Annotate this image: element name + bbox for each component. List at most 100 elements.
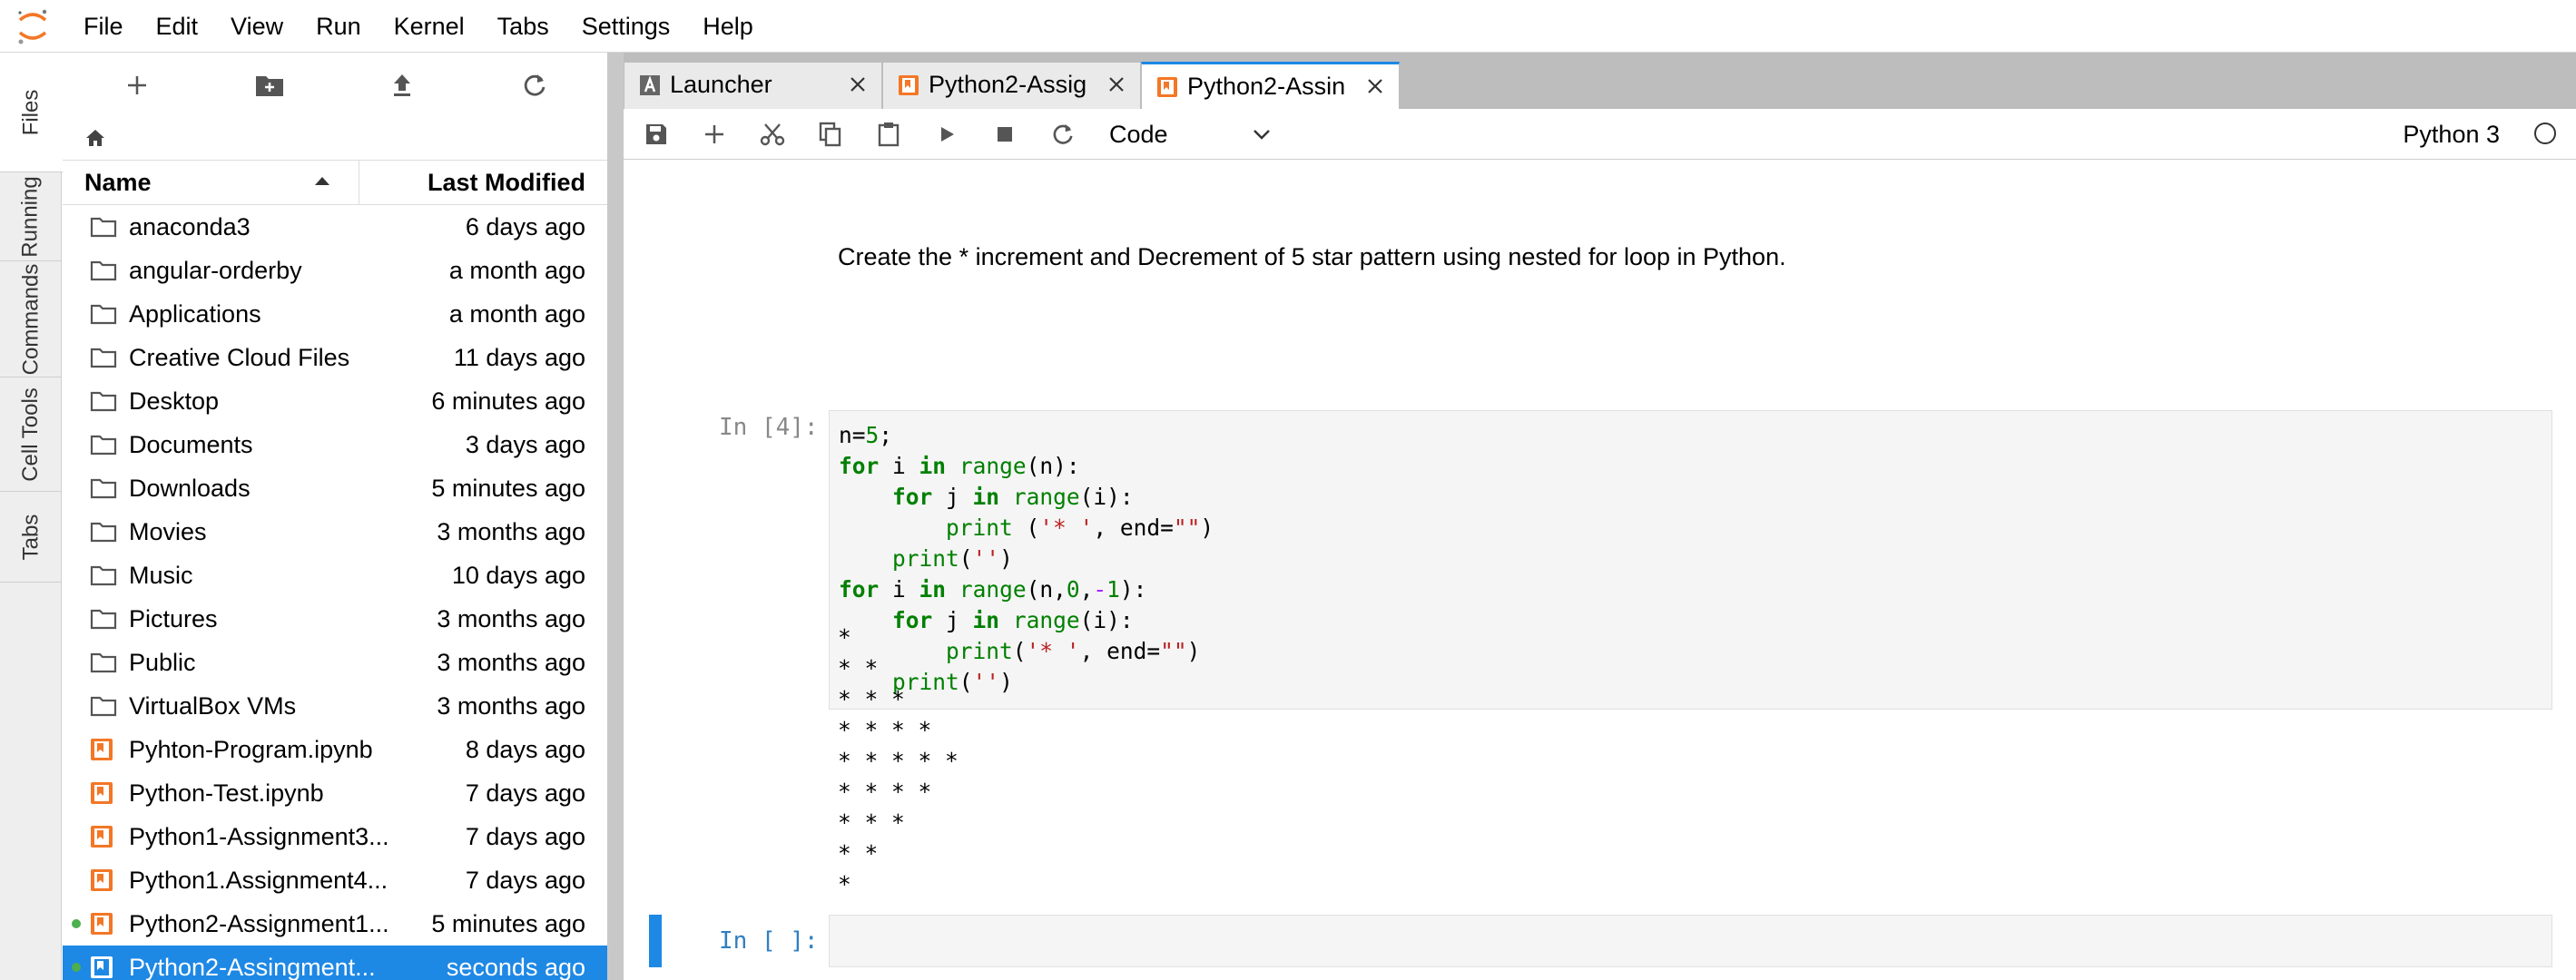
side-tab-label: Files [18,89,44,135]
notebook-toolbar: Code Python 3 [624,109,2576,160]
folder-icon [90,651,117,674]
home-breadcrumb[interactable] [84,127,112,154]
file-name: Python2-Assignment1... [129,910,389,937]
run-cell-button[interactable] [932,120,961,149]
file-list-item[interactable]: VirtualBox VMs 3 months ago [63,684,607,728]
side-tab-label: Running [18,175,43,258]
left-sidebar-tabs: Files Running Commands Cell Tools Tabs [0,53,63,980]
close-icon[interactable] [1364,75,1386,97]
new-folder-icon [256,76,283,96]
file-list-item[interactable]: Pictures 3 months ago [63,597,607,641]
file-name: Public [129,649,196,676]
file-modified: 3 months ago [437,518,585,545]
side-tab-running[interactable]: Running [0,172,62,261]
upload-button[interactable] [384,67,420,103]
menu-tabs[interactable]: Tabs [497,13,549,41]
file-list-item[interactable]: Python-Test.ipynb 7 days ago [63,771,607,815]
file-list-header: Name Last Modified [63,160,607,205]
menu-help[interactable]: Help [703,13,753,41]
refresh-icon [524,74,546,96]
tab-python2-assin[interactable]: Python2-Assin [1141,62,1400,109]
file-list-item[interactable]: angular-orderby a month ago [63,249,607,292]
file-name: Documents [129,431,253,458]
notebook-icon [90,868,117,892]
side-tab-cell-tools[interactable]: Cell Tools [0,377,62,492]
side-tab-commands[interactable]: Commands [0,261,62,377]
file-modified: 3 months ago [437,649,585,676]
file-list-item[interactable]: Applications a month ago [63,292,607,336]
interrupt-kernel-button[interactable] [990,120,1019,149]
menu-settings[interactable]: Settings [582,13,671,41]
file-list-item[interactable]: Documents 3 days ago [63,423,607,466]
notebook-icon [90,956,117,979]
file-modified: a month ago [448,257,585,284]
side-tab-tabs[interactable]: Tabs [0,492,62,583]
tab-label: Launcher [670,71,772,98]
file-list-item[interactable]: Python1-Assignment3... 7 days ago [63,815,607,858]
file-modified: 7 days ago [465,779,585,807]
file-list-item[interactable]: Music 10 days ago [63,554,607,597]
file-list-item[interactable]: Public 3 months ago [63,641,607,684]
cut-button[interactable] [758,120,787,149]
tab-launcher[interactable]: Launcher [624,62,882,109]
empty-code-cell-editor[interactable] [829,915,2552,967]
notebook-body: Create the * increment and Decrement of … [624,160,2576,980]
file-modified: a month ago [448,300,585,328]
copy-button[interactable] [816,120,845,149]
markdown-cell[interactable]: Create the * increment and Decrement of … [838,243,1786,271]
save-button[interactable] [642,120,671,149]
file-modified: 3 months ago [437,605,585,632]
launcher-icon [640,75,660,95]
file-list-item[interactable]: anaconda3 6 days ago [63,205,607,249]
file-name: Python1.Assignment4... [129,867,388,894]
file-modified: 10 days ago [451,562,585,589]
file-list-item[interactable]: Movies 3 months ago [63,510,607,554]
tab-python2-assig[interactable]: Python2-Assig [882,62,1141,109]
file-list-item[interactable]: Pyhton-Program.ipynb 8 days ago [63,728,607,771]
code-cell-editor[interactable]: n=5; for i in range(n): for j in range(i… [829,410,2552,710]
folder-icon [90,433,117,456]
new-launcher-button[interactable] [119,67,155,103]
name-column-header[interactable]: Name [84,161,152,204]
running-indicator-icon [72,919,81,928]
menu-run[interactable]: Run [316,13,361,41]
paste-button[interactable] [874,120,903,149]
panel-splitter[interactable] [607,53,624,980]
menu-items: File Edit View Run Kernel Tabs Settings Help [84,0,786,53]
kernel-name[interactable]: Python 3 [2403,109,2500,160]
folder-icon [90,476,117,500]
new-folder-button[interactable] [251,67,288,103]
file-list-item[interactable]: Downloads 5 minutes ago [63,466,607,510]
file-list-item[interactable]: Desktop 6 minutes ago [63,379,607,423]
refresh-icon [1053,123,1073,144]
folder-icon [90,564,117,587]
folder-icon [90,215,117,239]
file-list-item[interactable]: Python2-Assignment1... 5 minutes ago [63,902,607,946]
save-icon [646,124,666,144]
file-list-item[interactable]: Python2-Assingment... seconds ago [63,946,607,980]
last-modified-column-header[interactable]: Last Modified [428,161,585,204]
restart-kernel-button[interactable] [1048,120,1077,149]
side-tab-files[interactable]: Files [0,53,63,172]
file-name: Python1-Assignment3... [129,823,389,850]
menu-file[interactable]: File [84,13,123,41]
close-icon[interactable] [847,74,869,95]
code-content[interactable]: n=5; for i in range(n): for j in range(i… [830,411,2551,698]
insert-cell-button[interactable] [700,120,729,149]
file-list-item[interactable]: Python1.Assignment4... 7 days ago [63,858,607,902]
file-name: VirtualBox VMs [129,692,297,720]
cell-type-dropdown[interactable]: Code [1109,116,1273,152]
file-modified: 5 minutes ago [431,910,585,937]
cell-type-value: Code [1109,121,1168,148]
menu-kernel[interactable]: Kernel [394,13,465,41]
menu-view[interactable]: View [231,13,283,41]
refresh-button[interactable] [516,67,553,103]
menu-edit[interactable]: Edit [156,13,199,41]
notebook-icon [90,825,117,848]
file-list-item[interactable]: Creative Cloud Files 11 days ago [63,336,607,379]
file-modified: 11 days ago [453,344,585,371]
close-icon[interactable] [1106,74,1127,95]
active-cell-marker [649,915,662,967]
file-name: anaconda3 [129,213,251,240]
file-name: Pyhton-Program.ipynb [129,736,373,763]
